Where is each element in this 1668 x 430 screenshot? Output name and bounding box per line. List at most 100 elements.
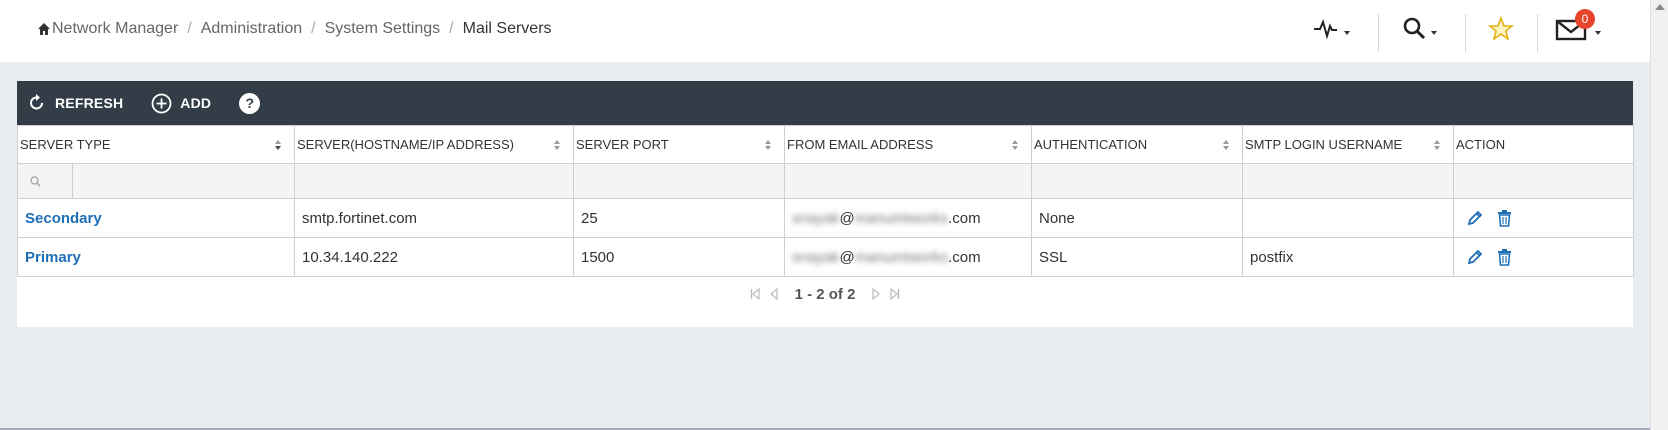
email-domain-redacted: manumtworks	[854, 209, 949, 227]
filter-input-authentication[interactable]	[1031, 163, 1243, 199]
port-cell: 25	[573, 198, 785, 238]
divider	[1378, 14, 1379, 52]
search-icon	[1402, 16, 1428, 45]
add-label: ADD	[180, 95, 212, 111]
toolbar: REFRESH ADD ?	[17, 81, 1633, 125]
email-cell: snayak@manumtworks.com	[784, 198, 1032, 238]
refresh-icon	[30, 94, 43, 110]
column-header-action: ACTION	[1453, 125, 1634, 164]
column-header-server-type[interactable]: SERVER TYPE	[17, 125, 295, 164]
refresh-button[interactable]: REFRESH	[27, 93, 123, 113]
activity-icon	[1313, 18, 1341, 43]
email-user-redacted: snayak	[792, 209, 840, 227]
add-button[interactable]: ADD	[151, 93, 211, 114]
filter-input-port[interactable]	[573, 163, 785, 199]
column-header-server[interactable]: SERVER(HOSTNAME/IP ADDRESS)	[294, 125, 574, 164]
pagination: 1 - 2 of 2	[17, 279, 1633, 309]
mail-servers-panel: REFRESH ADD ? SERVER TYPE SERVER(HOSTNAM…	[17, 81, 1634, 327]
column-header-smtp-username[interactable]: SMTP LOGIN USERNAME	[1242, 125, 1454, 164]
add-circle-icon	[151, 93, 172, 113]
email-user-redacted: snayak	[792, 248, 840, 266]
column-label: SERVER(HOSTNAME/IP ADDRESS)	[297, 137, 514, 152]
filter-input-smtp-username[interactable]	[1242, 163, 1454, 199]
server-type-cell: Secondary	[17, 198, 295, 238]
column-header-authentication[interactable]: AUTHENTICATION	[1031, 125, 1243, 164]
action-cell	[1453, 198, 1634, 238]
mail-icon: 0	[1555, 9, 1595, 42]
sort-icon	[1434, 140, 1440, 150]
filter-input-action	[1453, 163, 1634, 199]
filter-input-server-type[interactable]	[73, 164, 294, 198]
edit-icon[interactable]	[1467, 249, 1483, 265]
column-header-server-port[interactable]: SERVER PORT	[573, 125, 785, 164]
divider	[1465, 14, 1466, 52]
filter-cell	[17, 163, 295, 199]
authentication-cell: SSL	[1031, 237, 1243, 277]
help-button[interactable]: ?	[239, 92, 261, 114]
previous-page-icon[interactable]	[769, 288, 778, 300]
filter-input-email[interactable]	[784, 163, 1032, 199]
action-cell	[1453, 237, 1634, 277]
search-menu[interactable]	[1402, 12, 1437, 48]
column-label: ACTION	[1456, 137, 1506, 152]
trash-icon[interactable]	[1497, 248, 1512, 266]
top-bar: Network Manager / Administration / Syste…	[0, 0, 1650, 62]
breadcrumb-mail-servers: Mail Servers	[462, 20, 552, 37]
column-label: SMTP LOGIN USERNAME	[1245, 137, 1403, 152]
vertical-scrollbar[interactable]	[1650, 0, 1668, 430]
chevron-down-icon	[1344, 31, 1350, 35]
email-tld: .com	[948, 248, 981, 266]
breadcrumb-separator: /	[449, 20, 454, 37]
sort-icon	[275, 140, 281, 150]
sort-icon	[1223, 140, 1229, 150]
breadcrumb-administration[interactable]: Administration	[201, 20, 302, 38]
email-at: @	[839, 248, 855, 266]
search-icon	[18, 164, 73, 198]
breadcrumb-network-manager[interactable]: Network Manager	[52, 20, 178, 38]
server-type-link[interactable]: Secondary	[25, 210, 102, 227]
email-cell: snayak@manumtworks.com	[784, 237, 1032, 277]
scroll-up-arrow-icon[interactable]	[1655, 4, 1665, 10]
home-icon[interactable]	[37, 22, 51, 36]
next-page-icon[interactable]	[872, 288, 881, 300]
column-label: SERVER PORT	[576, 137, 669, 152]
first-page-icon[interactable]	[750, 288, 760, 300]
breadcrumb-separator: /	[311, 20, 316, 37]
divider	[1537, 14, 1538, 52]
server-cell: 10.34.140.222	[294, 237, 574, 277]
star-icon	[1487, 15, 1515, 45]
last-page-icon[interactable]	[890, 288, 900, 300]
table-row: Primary 10.34.140.222 1500 snayak@manumt…	[17, 237, 1634, 277]
sort-icon	[1012, 140, 1018, 150]
filter-row	[17, 163, 1634, 199]
chevron-down-icon	[1595, 31, 1601, 35]
sort-icon	[765, 140, 771, 150]
smtp-username-cell	[1242, 198, 1454, 238]
server-cell: smtp.fortinet.com	[294, 198, 574, 238]
server-type-cell: Primary	[17, 237, 295, 277]
page-range: 1 - 2 of 2	[794, 285, 856, 303]
column-label: FROM EMAIL ADDRESS	[787, 137, 934, 152]
refresh-label: REFRESH	[55, 95, 124, 111]
column-header-from-email[interactable]: FROM EMAIL ADDRESS	[784, 125, 1032, 164]
email-domain-redacted: manumtworks	[854, 248, 949, 266]
favorites-button[interactable]	[1487, 12, 1515, 48]
column-label: SERVER TYPE	[20, 137, 111, 152]
smtp-username-cell: postfix	[1242, 237, 1454, 277]
activity-menu[interactable]	[1313, 12, 1350, 48]
email-at: @	[839, 209, 855, 227]
port-cell: 1500	[573, 237, 785, 277]
table-row: Secondary smtp.fortinet.com 25 snayak@ma…	[17, 198, 1634, 238]
chevron-down-icon	[1431, 31, 1437, 35]
mail-servers-table: SERVER TYPE SERVER(HOSTNAME/IP ADDRESS) …	[17, 125, 1634, 277]
filter-input-server[interactable]	[294, 163, 574, 199]
email-tld: .com	[948, 209, 981, 227]
breadcrumb: Network Manager / Administration / Syste…	[37, 20, 552, 38]
breadcrumb-separator: /	[187, 20, 192, 37]
trash-icon[interactable]	[1497, 209, 1512, 227]
notification-badge: 0	[1575, 9, 1595, 29]
mail-menu[interactable]: 0	[1555, 9, 1601, 48]
edit-icon[interactable]	[1467, 210, 1483, 226]
server-type-link[interactable]: Primary	[25, 249, 81, 266]
breadcrumb-system-settings[interactable]: System Settings	[325, 20, 441, 38]
